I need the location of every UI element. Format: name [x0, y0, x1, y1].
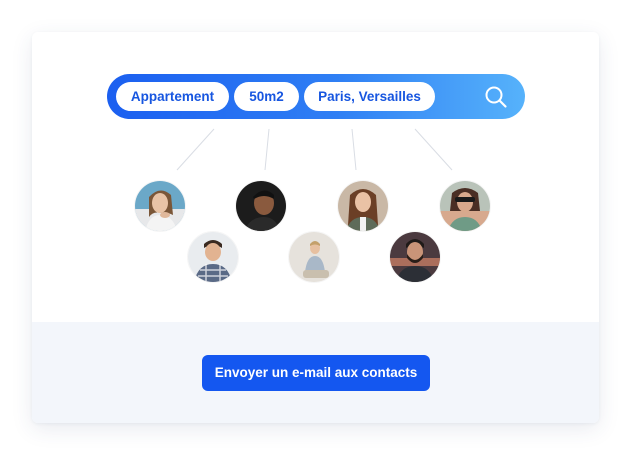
avatar-woman-sunglasses-icon	[439, 180, 491, 232]
avatar-man-plaid-shirt-icon	[187, 231, 239, 283]
search-icon[interactable]	[484, 85, 508, 109]
avatar-man-dark-icon	[235, 180, 287, 232]
send-email-button[interactable]: Envoyer un e-mail aux contacts	[202, 355, 430, 391]
connector-line	[264, 128, 270, 171]
connector-line	[351, 128, 357, 171]
filter-chip-property-type[interactable]: Appartement	[116, 82, 229, 111]
search-bar[interactable]: Appartement 50m2 Paris, Versailles	[107, 74, 525, 119]
filter-chip-location[interactable]: Paris, Versailles	[304, 82, 435, 111]
page: Appartement 50m2 Paris, Versailles Envoy…	[0, 0, 631, 456]
avatar-woman-brunette-icon	[337, 180, 389, 232]
filter-chip-surface[interactable]: 50m2	[234, 82, 299, 111]
avatar-woman-blonde-icon	[134, 180, 186, 232]
contact-search-card: Appartement 50m2 Paris, Versailles Envoy…	[32, 32, 599, 423]
avatar-man-beard-icon	[389, 231, 441, 283]
avatar-woman-sitting-icon	[288, 231, 340, 283]
card-top-section: Appartement 50m2 Paris, Versailles	[32, 32, 599, 322]
connector-line	[414, 128, 453, 171]
connector-line	[176, 128, 215, 171]
